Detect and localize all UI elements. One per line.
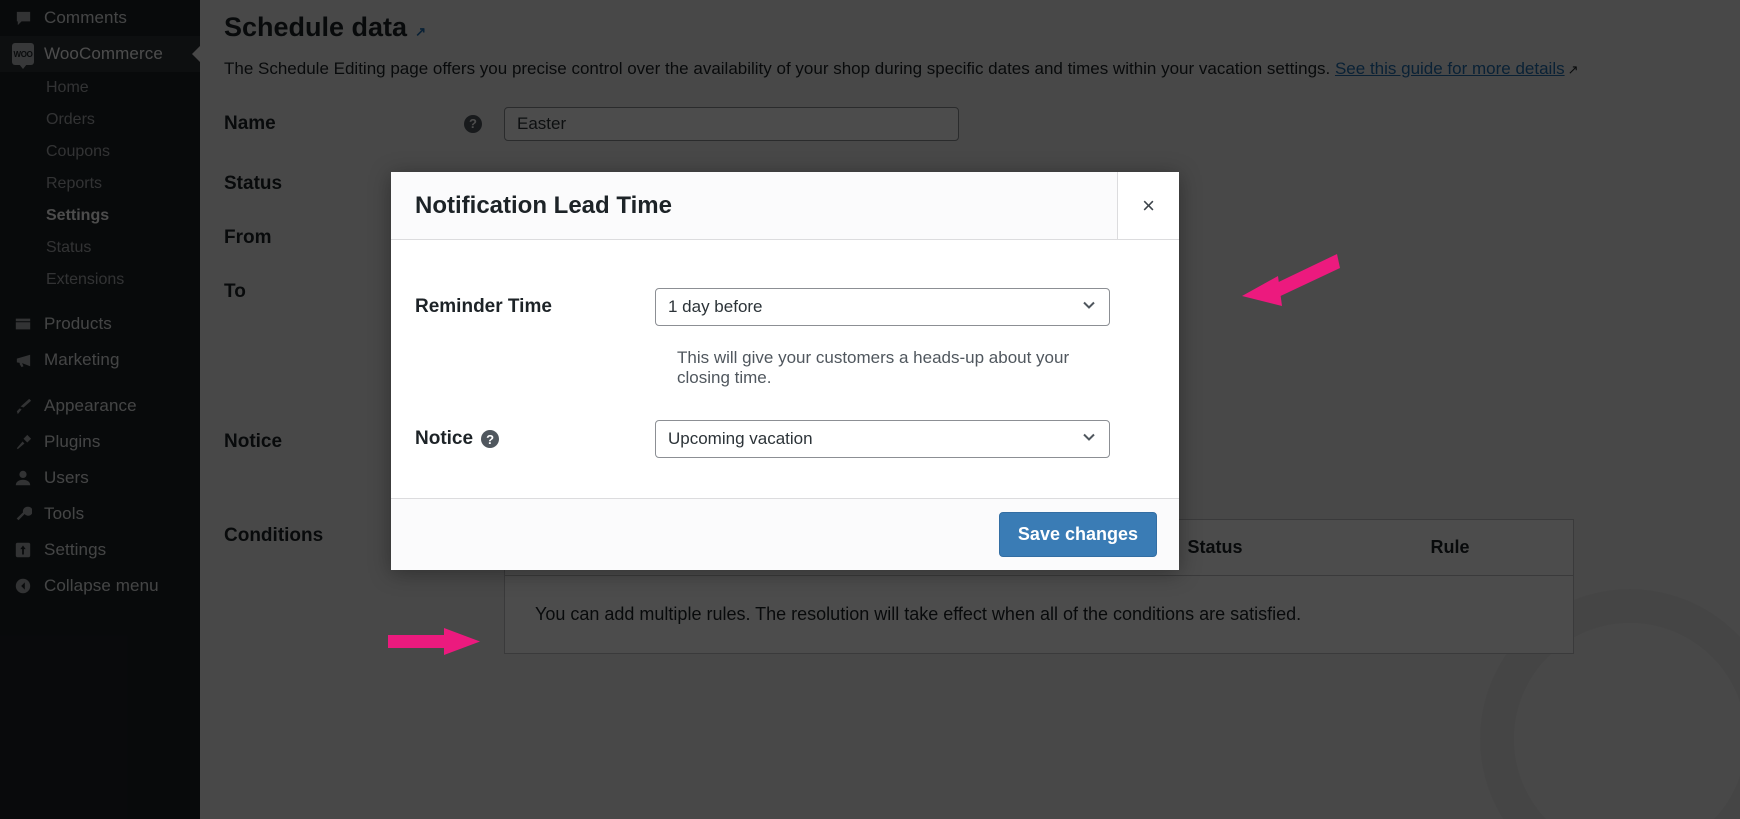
save-changes-button[interactable]: Save changes: [998, 512, 1157, 557]
label-notice-text: Notice: [415, 428, 474, 449]
modal-header: Notification Lead Time ×: [391, 172, 1179, 240]
modal-title: Notification Lead Time: [415, 191, 672, 219]
question-mark-icon[interactable]: ?: [481, 430, 500, 448]
close-icon[interactable]: ×: [1117, 172, 1179, 239]
screen: Schedule data ↗ The Schedule Editing pag…: [0, 0, 1740, 819]
notice-select[interactable]: Upcoming vacation: [655, 420, 1110, 458]
notification-lead-time-modal: Notification Lead Time × Reminder Time 1…: [391, 172, 1179, 570]
label-reminder-time: Reminder Time: [415, 296, 655, 318]
modal-row-notice: Notice ? Upcoming vacation: [415, 420, 1110, 458]
label-reminder-time-text: Reminder Time: [415, 296, 552, 317]
modal-body: Reminder Time 1 day before This will giv…: [391, 240, 1179, 498]
reminder-time-select-wrap: 1 day before: [655, 288, 1110, 326]
notice-select-wrap: Upcoming vacation: [655, 420, 1110, 458]
reminder-time-select[interactable]: 1 day before: [655, 288, 1110, 326]
modal-footer: Save changes: [391, 498, 1179, 570]
label-notice: Notice ?: [415, 428, 655, 450]
reminder-time-hint: This will give your customers a heads-up…: [677, 348, 1070, 387]
modal-row-reminder-time: Reminder Time 1 day before: [415, 288, 1110, 326]
